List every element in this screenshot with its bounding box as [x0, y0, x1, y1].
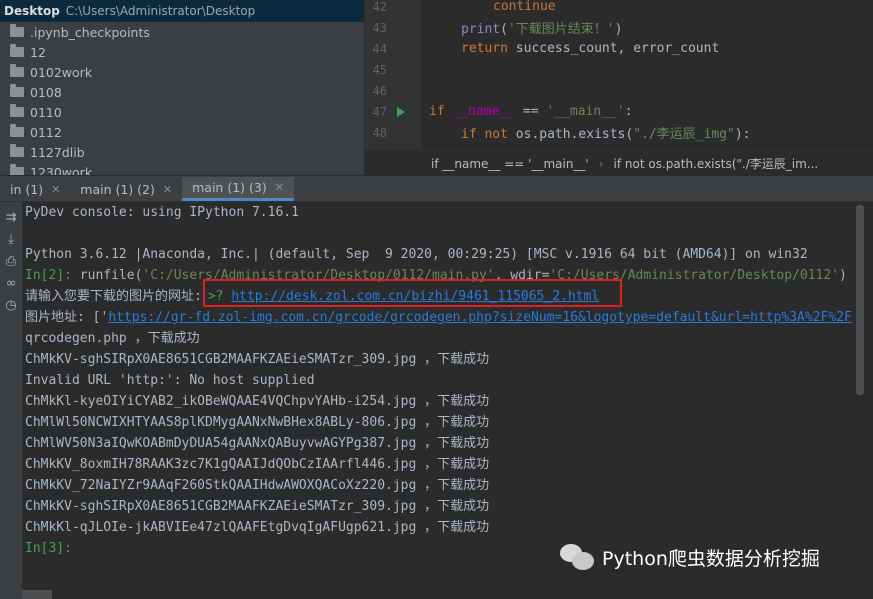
chevron-right-icon: ›: [598, 156, 604, 171]
folder-icon: [10, 164, 24, 175]
prompt-in-3: In[3]:: [25, 538, 72, 559]
tab-label: main (1) (3): [192, 180, 267, 195]
breadcrumb-item-2[interactable]: if not os.path.exists("./李运辰_im...: [614, 155, 819, 172]
code-text: print('下载图片结束！'): [461, 22, 623, 37]
line-number: 44: [372, 41, 387, 56]
image-address-link[interactable]: https://gr-fd.zol-img.com.cn/grcode/grco…: [108, 310, 852, 325]
prompt-in-3-label: In[3]:: [25, 541, 72, 556]
log-line: ChMkKV-sghSIRpX0AE8651CGB2MAAFKZAEieSMAT…: [25, 352, 490, 367]
folder-icon: [10, 44, 24, 57]
scrollbar-thumb[interactable]: [856, 205, 864, 395]
tree-item-label: 0102work: [30, 64, 93, 80]
line-number: 46: [372, 83, 387, 98]
tree-item[interactable]: 12: [0, 42, 364, 62]
project-tree: Desktop C:\Users\Administrator\Desktop .…: [0, 0, 364, 175]
project-tree-items: .ipynb_checkpoints 12 0102work 0108 0110 0112…: [0, 22, 364, 175]
prompt-in-2: In[2]:: [25, 268, 72, 283]
tree-item-label: 1230work: [30, 164, 93, 176]
line-number: 48: [372, 125, 387, 140]
folder-icon: [10, 24, 24, 37]
runfile-call: runfile(: [71, 268, 143, 283]
tree-item-label: 0112: [30, 124, 62, 140]
code-text: if __name__ == '__main__':: [429, 104, 633, 119]
tree-item-label: 1127dlib: [30, 144, 85, 160]
project-root[interactable]: Desktop C:\Users\Administrator\Desktop: [0, 0, 364, 22]
tree-item-label: .ipynb_checkpoints: [30, 24, 150, 40]
image-address-line: 图片地址: ['https://gr-fd.zol-img.com.cn/grc…: [25, 307, 852, 328]
folder-icon: [10, 124, 24, 137]
code-line: 43 print('下载图片结束！'): [365, 17, 873, 38]
tree-item-label: 0108: [30, 84, 62, 100]
tree-item[interactable]: 0112: [0, 122, 364, 142]
close-icon[interactable]: ✕: [275, 181, 284, 194]
log-line: Invalid URL 'http:': No host supplied: [25, 373, 315, 388]
log-line: ChMkKl-kyeOIYiCYAB2_ikOBeWQAAE4VQChpvYAH…: [25, 394, 490, 409]
watermark: Python爬虫数据分析挖掘: [560, 540, 820, 574]
tree-item[interactable]: 1230work: [0, 162, 364, 175]
print-icon[interactable]: ⎙: [0, 250, 22, 272]
tree-item[interactable]: 0110: [0, 102, 364, 122]
folder-icon: [10, 144, 24, 157]
folder-icon: [10, 64, 24, 77]
folder-icon: [10, 104, 24, 117]
console-tabs: in (1) ✕ main (1) (2) ✕ main (1) (3) ✕: [0, 176, 873, 202]
horizontal-scrollbar-thumb[interactable]: [22, 590, 52, 599]
wechat-icon: [560, 542, 596, 572]
watermark-text: Python爬虫数据分析挖掘: [602, 547, 820, 570]
run-icon[interactable]: [397, 106, 405, 117]
code-line: 42 continue: [365, 0, 873, 17]
tree-item[interactable]: 0102work: [0, 62, 364, 82]
scroll-to-end-icon[interactable]: ⤓: [0, 228, 22, 250]
console-toolbar: ⇉ ⤓ ⎙ ∞ ◷: [0, 202, 22, 599]
glasses-icon[interactable]: ∞: [0, 272, 22, 294]
log-line: ChMkKV-sghSIRpX0AE8651CGB2MAAFKZAEieSMAT…: [25, 499, 490, 514]
project-root-path: C:\Users\Administrator\Desktop: [65, 4, 256, 18]
log-line: qrcodegen.php ，下载成功: [25, 331, 200, 346]
tab-label: in (1): [10, 181, 44, 197]
highlight-box: [203, 279, 622, 307]
runfile-close: ): [839, 268, 847, 283]
tab-in-1[interactable]: in (1) ✕: [0, 177, 70, 201]
soft-wrap-icon[interactable]: ⇉: [0, 206, 22, 228]
tree-item[interactable]: 0108: [0, 82, 364, 102]
line-number: 45: [372, 62, 387, 77]
history-icon[interactable]: ◷: [0, 294, 22, 316]
tab-label: main (1) (2): [80, 181, 155, 197]
tab-main-1-3[interactable]: main (1) (3) ✕: [182, 177, 294, 201]
code-text: continue: [493, 0, 556, 14]
line-number: 43: [372, 20, 387, 35]
image-address-label: 图片地址: [': [25, 310, 109, 325]
breadcrumb: if __name__ == '__main__' › if not os.pa…: [421, 150, 873, 175]
breadcrumb-item-1[interactable]: if __name__ == '__main__': [431, 157, 589, 171]
tree-item[interactable]: 1127dlib: [0, 142, 364, 162]
code-editor[interactable]: 42 continue 43 print('下载图片结束！') 44 return suc…: [365, 0, 873, 175]
line-number: 47: [372, 104, 387, 119]
code-text: return success_count, error_count: [461, 41, 720, 56]
tab-main-1-2[interactable]: main (1) (2) ✕: [70, 177, 182, 201]
input-prompt-text: 请输入您要下载的图片的网址:: [25, 289, 202, 304]
code-line: 47 if __name__ == '__main__':: [365, 101, 873, 122]
log-line: ChMkKl-qJLOIe-jkABVIEe47zlQAAFEtgDvqIgAF…: [25, 520, 490, 535]
console-header: PyDev console: using IPython 7.16.1: [25, 205, 299, 220]
tree-item[interactable]: .ipynb_checkpoints: [0, 22, 364, 42]
code-text: if not os.path.exists("./李运辰_img"):: [461, 127, 751, 142]
code-line: 46: [365, 80, 873, 101]
tree-item-label: 0110: [30, 104, 62, 120]
log-line: ChMkKV_72NaIYZr9AAqF260StkQAAIHdwAWOXQAC…: [25, 478, 490, 493]
project-root-name: Desktop: [4, 4, 60, 18]
line-number: 42: [372, 0, 387, 14]
close-icon[interactable]: ✕: [163, 183, 172, 196]
tree-item-label: 12: [30, 44, 46, 60]
log-line: ChMlWV50N3aIQwKOABmDyDUA54gAANxQABuyvwAG…: [25, 436, 490, 451]
code-line: 44 return success_count, error_count: [365, 38, 873, 59]
folder-icon: [10, 84, 24, 97]
close-icon[interactable]: ✕: [51, 183, 60, 196]
code-line: 45: [365, 59, 873, 80]
code-line: 48 if not os.path.exists("./李运辰_img"):: [365, 122, 873, 143]
log-line: ChMlWl50NCWIXHTYAAS8plKDMygAANxNwBHex8AB…: [25, 415, 490, 430]
python-info: Python 3.6.12 |Anaconda, Inc.| (default,…: [25, 247, 808, 262]
log-line: ChMkKV_8oxmIH78RAAK3zc7K1gQAAIJdQObCzIAA…: [25, 457, 490, 472]
